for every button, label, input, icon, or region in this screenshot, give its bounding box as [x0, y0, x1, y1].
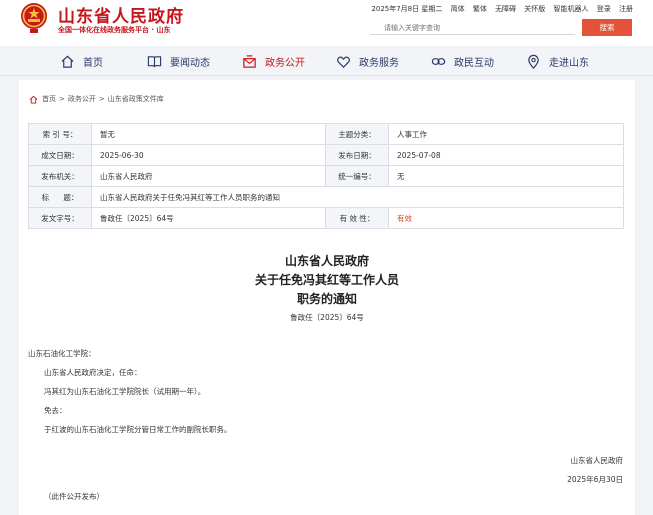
table-row: 发布机关： 山东省人民政府 统一编号： 无: [28, 165, 624, 187]
nav-item-gov-service[interactable]: 政务服务: [336, 46, 399, 76]
document-sign-date: 2025年6月30日: [567, 475, 623, 484]
meta-value: 2025-06-30: [91, 144, 326, 166]
link-care-mode[interactable]: 关怀版: [524, 5, 545, 13]
meta-key: 发布机关：: [28, 165, 92, 187]
meta-key: 索 引 号：: [28, 123, 92, 145]
site-title[interactable]: 山东省人民政府: [58, 2, 184, 27]
document-recipient: 山东石油化工学院：: [28, 349, 96, 358]
link-register[interactable]: 注册: [619, 5, 633, 13]
table-row: 成文日期： 2025-06-30 发布日期： 2025-07-08: [28, 144, 624, 166]
map-pin-icon: [528, 54, 539, 69]
document-title-line3: 职务的通知: [296, 292, 357, 306]
document-meta-table: 索 引 号： 暂无 主题分类： 人事工作 成文日期： 2025-06-30 发布…: [28, 123, 624, 229]
nav-item-about-shandong[interactable]: 走进山东: [526, 46, 589, 76]
nav-label: 首页: [83, 57, 103, 69]
document-paragraph: 冯其红为山东石油化工学院院长（试用期一年）。: [44, 387, 206, 396]
breadcrumb-gov-open[interactable]: 政务公开: [68, 94, 96, 104]
link-accessibility[interactable]: 无障碍: [495, 5, 516, 13]
nav-label: 政务服务: [359, 57, 399, 69]
document-number: 鲁政任〔2025〕64号: [290, 313, 364, 322]
document-paragraph: 山东省人民政府决定，任命：: [44, 368, 142, 377]
nav-item-home[interactable]: 首页: [60, 46, 103, 76]
heart-hands-icon: [337, 56, 350, 68]
breadcrumb: 首页 > 政务公开 > 山东省政策文件库: [29, 94, 164, 104]
current-date: 2025年7月8日 星期二: [371, 5, 443, 13]
meta-value: 人事工作: [388, 123, 624, 145]
link-robot[interactable]: 智能机器人: [554, 5, 589, 13]
search-button[interactable]: 搜索: [582, 19, 632, 36]
meta-value: 山东省人民政府: [91, 165, 326, 187]
meta-value: 鲁政任〔2025〕64号: [91, 207, 326, 229]
breadcrumb-policy-library[interactable]: 山东省政策文件库: [108, 94, 164, 104]
document-signer: 山东省人民政府: [570, 456, 624, 465]
link-icon: [431, 57, 446, 65]
home-icon: [61, 55, 74, 68]
nav-item-gov-open[interactable]: 政务公开: [242, 46, 305, 76]
meta-key: 发布日期：: [325, 144, 389, 166]
search-input[interactable]: [370, 21, 575, 35]
mailbox-icon: [243, 54, 256, 68]
meta-key: 主题分类：: [325, 123, 389, 145]
meta-key: 成文日期：: [28, 144, 92, 166]
site-header: 山东省人民政府 全国一体化在线政务服务平台 · 山东 2025年7月8日 星期二…: [0, 0, 653, 46]
nav-label: 走进山东: [549, 57, 589, 69]
national-emblem-icon[interactable]: [19, 2, 49, 34]
breadcrumb-separator: >: [59, 95, 65, 103]
book-icon: [147, 55, 162, 67]
meta-key: 有 效 性：: [325, 207, 389, 229]
meta-key: 标 题：: [28, 186, 92, 208]
document-paragraph: 免去：: [44, 406, 67, 415]
meta-key: 发文字号：: [28, 207, 92, 229]
home-icon: [29, 95, 38, 104]
meta-value-validity: 有效: [388, 207, 624, 229]
link-login[interactable]: 登录: [597, 5, 611, 13]
document-paragraph: 于红波的山东石油化工学院分管日常工作的副院长职务。: [44, 425, 232, 434]
main-nav: 首页 要闻动态 政务公开 政务服务 政民互动 走进山东: [0, 46, 653, 76]
document-publish-note: （此件公开发布）: [44, 492, 104, 501]
content-panel: 首页 > 政务公开 > 山东省政策文件库 索 引 号： 暂无 主题分类： 人事工…: [19, 80, 635, 515]
document-title-line1: 山东省人民政府: [284, 254, 369, 268]
link-simplified[interactable]: 简体: [451, 5, 465, 13]
meta-value: 2025-07-08: [388, 144, 624, 166]
nav-label: 要闻动态: [170, 57, 210, 69]
table-row: 索 引 号： 暂无 主题分类： 人事工作: [28, 123, 624, 145]
meta-key: 统一编号：: [325, 165, 389, 187]
document-title-line2: 关于任免冯其红等工作人员: [254, 273, 399, 287]
link-traditional[interactable]: 繁体: [473, 5, 487, 13]
nav-label: 政务公开: [265, 57, 305, 69]
nav-label: 政民互动: [454, 57, 494, 69]
nav-item-news[interactable]: 要闻动态: [147, 46, 210, 76]
meta-value: 山东省人民政府关于任免冯其红等工作人员职务的通知: [91, 186, 624, 208]
utility-links: 2025年7月8日 星期二 简体 繁体 无障碍 关怀版 智能机器人 登录 注册: [365, 4, 633, 14]
breadcrumb-home[interactable]: 首页: [42, 94, 56, 104]
site-subtitle: 全国一体化在线政务服务平台 · 山东: [58, 26, 171, 34]
breadcrumb-separator: >: [98, 95, 105, 103]
meta-value: 暂无: [91, 123, 326, 145]
nav-item-interaction[interactable]: 政民互动: [431, 46, 494, 76]
table-row: 发文字号： 鲁政任〔2025〕64号 有 效 性： 有效: [28, 207, 624, 229]
meta-value: 无: [388, 165, 624, 187]
table-row: 标 题： 山东省人民政府关于任免冯其红等工作人员职务的通知: [28, 186, 624, 208]
